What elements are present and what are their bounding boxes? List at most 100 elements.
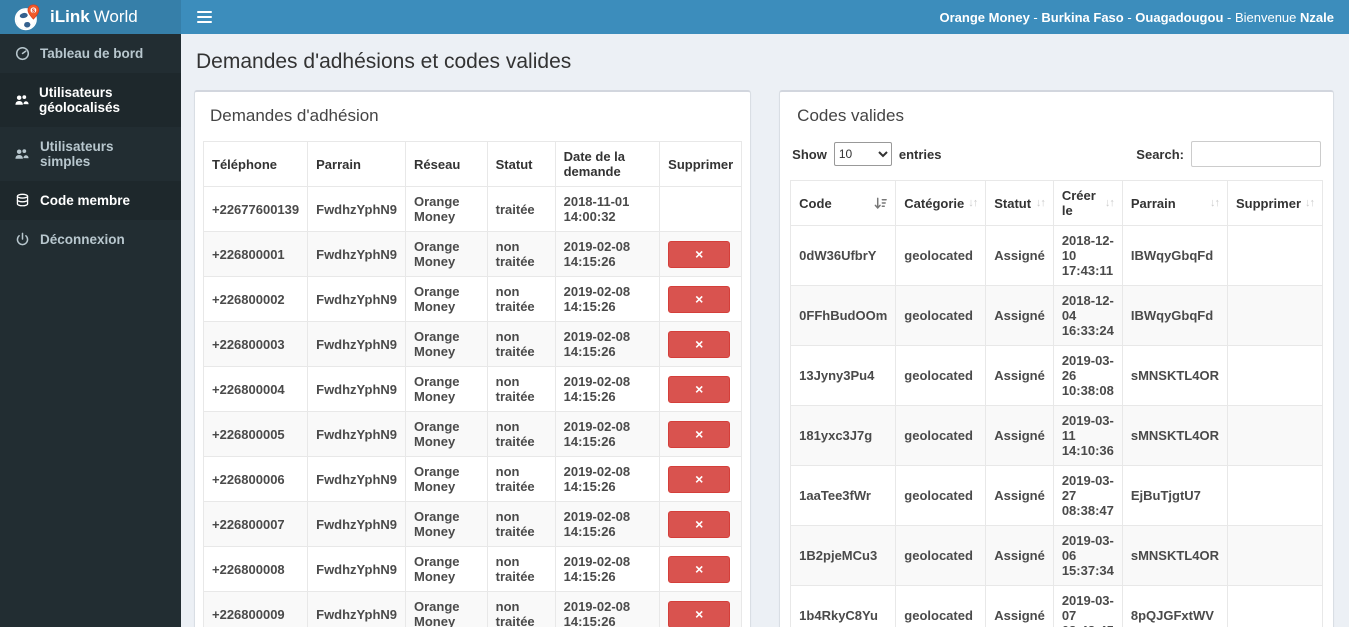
sort-icon: ↓↑: [1305, 197, 1315, 209]
adhesions-panel: Demandes d'adhésion Téléphone Parrain Ré…: [194, 90, 752, 627]
sort-icon: ↓↑: [1035, 197, 1046, 209]
table-row: 0dW36UfbrY geolocated Assigné 2018-12-10…: [790, 225, 1324, 286]
cell-date: 2019-03-06 15:37:34: [1052, 525, 1123, 586]
cell-supprimer: [1226, 525, 1324, 586]
sort-icon: ↓↑: [1104, 197, 1115, 209]
sidebar-item-tableau-de-bord[interactable]: Tableau de bord: [0, 34, 181, 73]
cell-categorie: geolocated: [895, 345, 987, 406]
cell-phone: +226800004: [202, 366, 309, 412]
sidebar-item-code-membre[interactable]: Code membre: [0, 181, 181, 220]
sidebar-item-deconnexion[interactable]: Déconnexion: [0, 220, 181, 259]
sidebar-item-utilisateurs-geolocalises[interactable]: Utilisateurs géolocalisés: [0, 73, 181, 127]
cell-parrain: FwdhzYphN9: [307, 321, 407, 367]
cell-parrain: FwdhzYphN9: [307, 456, 407, 502]
sort-icon: ↓↑: [1209, 197, 1220, 209]
sidebar-menu: Tableau de bord Utilisateurs géolocalisé…: [0, 34, 181, 259]
page-title: Demandes d'adhésions et codes valides: [196, 50, 572, 73]
show-label: Show: [792, 146, 827, 162]
delete-request-button[interactable]: ×: [668, 420, 731, 448]
sidebar-item-label: Tableau de bord: [40, 46, 144, 61]
brand-logo-icon: $: [14, 4, 41, 31]
cell-code: 1b4RkyC8Yu: [790, 585, 897, 627]
sidebar-item-label: Code membre: [40, 193, 131, 208]
cell-phone: +226800009: [202, 591, 309, 627]
cell-parrain: FwdhzYphN9: [307, 276, 407, 322]
col-header-supprimer[interactable]: Supprimer ↓↑: [1226, 180, 1324, 226]
database-icon: [14, 193, 30, 208]
cell-reseau: Orange Money: [405, 276, 488, 322]
table-row: +226800001 FwdhzYphN9 Orange Money non t…: [202, 231, 743, 277]
entries-select[interactable]: 10: [833, 142, 892, 166]
col-header-label: Créer le: [1061, 188, 1096, 218]
cell-supprimer: ×: [659, 591, 743, 627]
col-header-parrain[interactable]: Parrain ↓↑: [1121, 180, 1228, 226]
cell-code: 0dW36UfbrY: [790, 225, 897, 286]
cell-phone: +22677600139: [202, 186, 309, 232]
delete-request-button[interactable]: ×: [668, 465, 731, 493]
delete-request-button[interactable]: ×: [668, 510, 731, 538]
col-header-categorie[interactable]: Catégorie ↓↑: [895, 180, 987, 226]
delete-request-button[interactable]: ×: [668, 555, 731, 583]
cell-statut: non traitée: [486, 546, 556, 592]
show-entries-group: Show 10 entries: [792, 142, 941, 166]
cell-parrain: FwdhzYphN9: [307, 591, 407, 627]
sidebar-item-label: Utilisateurs simples: [39, 139, 114, 169]
cell-supprimer: [659, 186, 743, 232]
cell-parrain: FwdhzYphN9: [307, 231, 407, 277]
sidebar-item-utilisateurs-simples[interactable]: Utilisateurs simples: [0, 127, 181, 181]
x-icon: ×: [695, 471, 704, 487]
cell-phone: +226800001: [202, 231, 309, 277]
table-row: 1B2pjeMCu3 geolocated Assigné 2019-03-06…: [790, 525, 1324, 586]
cell-statut: non traitée: [486, 456, 556, 502]
cell-date: 2019-02-08 14:15:26: [554, 546, 661, 592]
cell-statut: non traitée: [486, 321, 556, 367]
cell-statut: Assigné: [985, 345, 1054, 406]
adhesions-table-body: +22677600139 FwdhzYphN9 Orange Money tra…: [202, 186, 743, 627]
brand[interactable]: $ iLink World: [0, 0, 181, 34]
cell-supprimer: ×: [659, 411, 743, 457]
cell-date: 2019-03-11 14:10:36: [1052, 405, 1123, 466]
col-header-statut: Statut: [486, 141, 556, 187]
table-row: +226800007 FwdhzYphN9 Orange Money non t…: [202, 501, 743, 547]
users-icon: [14, 147, 30, 162]
cell-phone: +226800002: [202, 276, 309, 322]
username: Nzale: [1300, 9, 1334, 25]
search-input[interactable]: [1191, 141, 1321, 167]
x-icon: ×: [695, 291, 704, 307]
table-row: 1aaTee3fWr geolocated Assigné 2019-03-27…: [790, 465, 1324, 526]
cell-date: 2019-02-08 14:15:26: [554, 276, 661, 322]
cell-reseau: Orange Money: [405, 546, 488, 592]
app-root: $ iLink World Orange Money - Burkina Faso…: [0, 0, 1349, 627]
cell-statut: Assigné: [985, 585, 1054, 627]
delete-request-button[interactable]: ×: [668, 330, 731, 358]
col-header-statut[interactable]: Statut ↓↑: [985, 180, 1054, 226]
col-header-parrain: Parrain: [307, 141, 407, 187]
cell-parrain: FwdhzYphN9: [307, 366, 407, 412]
panels-row: Demandes d'adhésion Téléphone Parrain Ré…: [194, 90, 1334, 627]
col-header-code[interactable]: Code: [790, 180, 897, 226]
col-header-creer-le[interactable]: Créer le ↓↑: [1052, 180, 1123, 226]
delete-request-button[interactable]: ×: [668, 600, 731, 627]
cell-supprimer: [1226, 405, 1324, 466]
cell-categorie: geolocated: [895, 405, 987, 466]
cell-categorie: geolocated: [895, 525, 987, 586]
cell-phone: +226800005: [202, 411, 309, 457]
cell-supprimer: ×: [659, 231, 743, 277]
cell-code: 1B2pjeMCu3: [790, 525, 897, 586]
delete-request-button[interactable]: ×: [668, 285, 731, 313]
col-header-telephone: Téléphone: [202, 141, 309, 187]
delete-request-button[interactable]: ×: [668, 240, 731, 268]
codes-header-row: Code Catégorie↓↑ Statut↓↑ Créer le ↓↑: [790, 180, 1324, 226]
sidebar-toggle-button[interactable]: [181, 0, 228, 34]
cell-statut: Assigné: [985, 285, 1054, 346]
cell-parrain: sMNSKTL4OR: [1121, 345, 1228, 406]
codes-table-body: 0dW36UfbrY geolocated Assigné 2018-12-10…: [790, 225, 1324, 627]
cell-date: 2019-02-08 14:15:26: [554, 321, 661, 367]
cell-statut: non traitée: [486, 231, 556, 277]
user-info: Orange Money - Burkina Faso - Ouagadougo…: [940, 10, 1349, 25]
cell-code: 181yxc3J7g: [790, 405, 897, 466]
cell-supprimer: ×: [659, 366, 743, 412]
delete-request-button[interactable]: ×: [668, 375, 731, 403]
table-row: +226800006 FwdhzYphN9 Orange Money non t…: [202, 456, 743, 502]
cell-categorie: geolocated: [895, 225, 987, 286]
